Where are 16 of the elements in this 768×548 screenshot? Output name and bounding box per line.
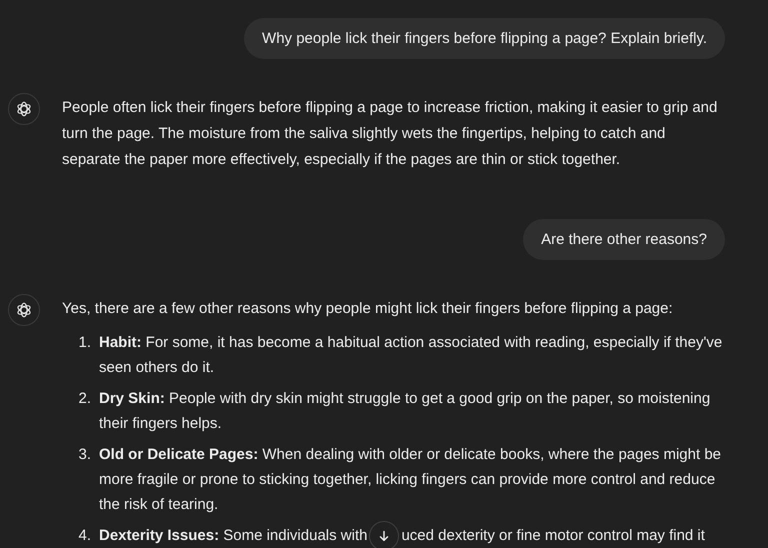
list-item-text: Dry Skin: People with dry skin might struggle to get a good grip on the paper, so moistening their fingers helps.: [99, 390, 710, 432]
list-number: 2.: [77, 389, 91, 409]
list-number: 3.: [77, 445, 91, 465]
assistant-message: People often lick their fingers before flipping a page to increase friction, making it easier to grip and turn the page. The moisture from the saliva slightly wets the fingertips, helping to catch and separate the paper more effectively, especially if the pages are thin or stick together.: [62, 98, 718, 170]
list-item-text: Old or Delicate Pages: When dealing with older or delicate books, where the pages might be more fragile or prone to sticking together, licking fingers can provide more control and reduce the risk of tearing.: [99, 446, 722, 513]
user-message: Are there other reasons?: [523, 219, 725, 260]
list-item-text: Habit: For some, it has become a habitual action associated with reading, especially if they've seen others do it.: [99, 334, 722, 376]
scroll-down-button[interactable]: [369, 521, 400, 548]
list-number: 1.: [77, 333, 91, 353]
list-item-text: Dexterity Issues: Some individuals with: [99, 527, 368, 544]
list-item-text: uced dexterity or fine motor control may find it: [401, 527, 705, 544]
user-message: Why people lick their fingers before flipping a page? Explain briefly.: [244, 18, 725, 59]
assistant-message: Yes, there are a few other reasons why people might lick their fingers before flipping a page:: [62, 299, 674, 319]
knot-icon: [15, 100, 33, 118]
knot-icon: [15, 301, 33, 319]
list-number: 4.: [77, 526, 91, 546]
